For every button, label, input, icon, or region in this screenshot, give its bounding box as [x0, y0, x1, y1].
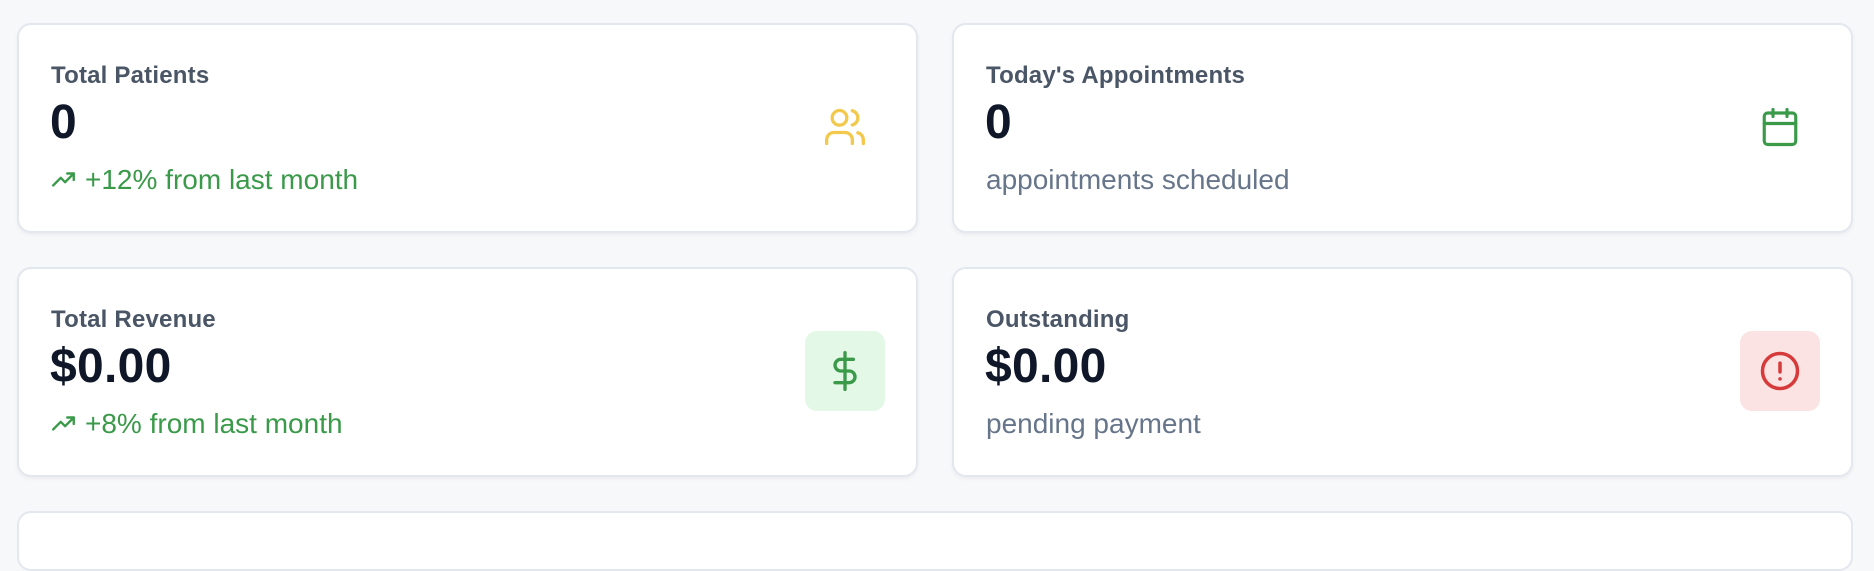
stat-card-todays-appointments: Today's Appointments 0 appointments sche… [952, 23, 1853, 233]
stat-subtext: pending payment [986, 408, 1201, 439]
stat-subtext: appointments scheduled [986, 164, 1290, 195]
stat-label: Total Patients [51, 62, 210, 89]
stat-label: Outstanding [986, 306, 1130, 333]
calendar-icon [1740, 87, 1820, 167]
stat-label: Today's Appointments [986, 62, 1246, 89]
stat-card-total-patients: Total Patients 0 +12% from last month [17, 23, 918, 233]
stat-trend: +8% from last month [51, 408, 343, 440]
users-icon [805, 87, 885, 167]
stat-trend: +12% from last month [51, 164, 358, 196]
trending-up-icon [51, 167, 77, 193]
stat-card-total-revenue: Total Revenue $0.00 +8% from last month [17, 267, 918, 477]
stat-subtext: +12% from last month [85, 164, 359, 195]
alert-circle-icon [1740, 331, 1820, 411]
trending-up-icon [51, 411, 77, 437]
stat-subtext: +8% from last month [85, 408, 343, 439]
stat-label: Total Revenue [51, 306, 216, 333]
stat-card-outstanding: Outstanding $0.00 pending payment [952, 267, 1853, 477]
dollar-icon [805, 331, 885, 411]
stat-value: $0.00 [985, 340, 1107, 393]
stat-value: 0 [50, 96, 77, 149]
next-panel [17, 511, 1853, 571]
stat-value: $0.00 [50, 340, 172, 393]
stats-grid: Total Patients 0 +12% from last month To… [17, 23, 1853, 477]
stat-value: 0 [985, 96, 1012, 149]
